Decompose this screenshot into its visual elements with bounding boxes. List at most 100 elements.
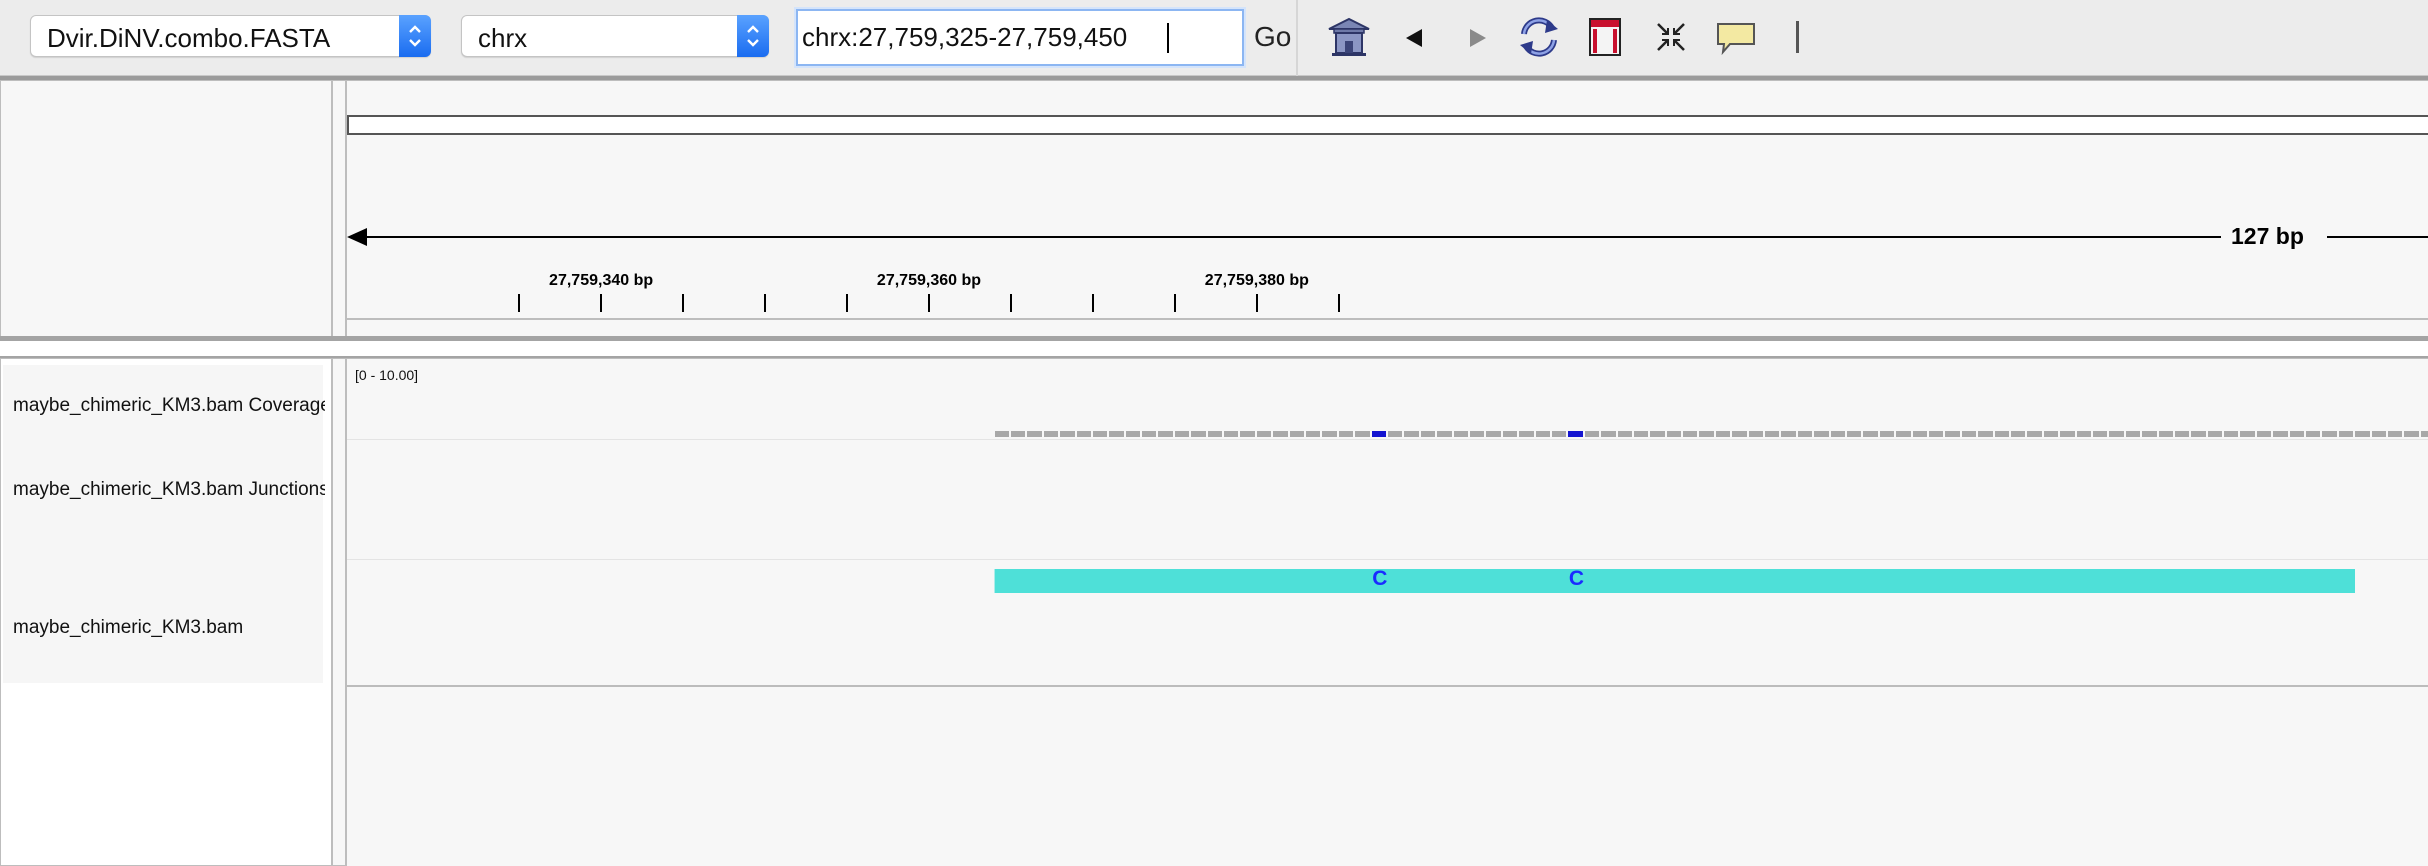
coverage-bar[interactable] <box>1289 431 1305 437</box>
chromosome-ideogram[interactable] <box>347 115 2428 135</box>
coverage-mismatch-bar[interactable] <box>1568 431 1583 437</box>
coverage-bar[interactable] <box>2109 431 2124 437</box>
coverage-bar[interactable] <box>2355 431 2370 437</box>
coverage-bar[interactable] <box>1863 431 1878 437</box>
popup-info-icon[interactable] <box>1714 14 1760 60</box>
coverage-bar[interactable] <box>1814 431 1829 437</box>
coverage-bar[interactable] <box>1338 431 1354 437</box>
coverage-bar[interactable] <box>1224 431 1239 437</box>
coverage-bar[interactable] <box>1896 431 1911 437</box>
coverage-bar[interactable] <box>994 431 1009 437</box>
back-arrow-icon[interactable] <box>1392 14 1438 60</box>
coverage-bar[interactable] <box>2125 431 2141 437</box>
coverage-bar[interactable] <box>1388 431 1403 437</box>
coverage-bar[interactable] <box>1404 431 1419 437</box>
coverage-bar[interactable] <box>1961 431 1977 437</box>
coverage-bar[interactable] <box>2191 431 2206 437</box>
coverage-bar[interactable] <box>1765 431 1780 437</box>
coverage-bar[interactable] <box>2338 431 2354 437</box>
coverage-bar[interactable] <box>1437 431 1452 437</box>
coverage-bar[interactable] <box>1797 431 1813 437</box>
coverage-bar[interactable] <box>1486 431 1501 437</box>
coverage-bar[interactable] <box>2289 431 2305 437</box>
coverage-bar[interactable] <box>1010 431 1026 437</box>
coverage-bar[interactable] <box>1158 431 1173 437</box>
coverage-bar[interactable] <box>1830 431 1846 437</box>
coverage-bar[interactable] <box>1092 431 1108 437</box>
coverage-bar[interactable] <box>1174 431 1190 437</box>
coverage-bar[interactable] <box>1355 431 1370 437</box>
coverage-bar[interactable] <box>1666 431 1682 437</box>
coverage-bar[interactable] <box>1584 431 1600 437</box>
coverage-mismatch-bar[interactable] <box>1371 431 1386 437</box>
alignment-read[interactable] <box>955 569 2355 593</box>
coverage-bar[interactable] <box>1912 431 1927 437</box>
coverage-bar[interactable] <box>1240 431 1255 437</box>
coverage-bar[interactable] <box>2306 431 2321 437</box>
coverage-track-name[interactable]: maybe_chimeric_KM3.bam Coverage <box>13 395 325 417</box>
coverage-bar[interactable] <box>2174 431 2190 437</box>
coverage-bar[interactable] <box>1551 431 1567 437</box>
coverage-bar[interactable] <box>1978 431 1993 437</box>
go-button[interactable]: Go <box>1254 21 1291 53</box>
refresh-icon[interactable] <box>1516 14 1562 60</box>
coverage-bar[interactable] <box>1683 431 1698 437</box>
locus-input[interactable]: chrx:27,759,325-27,759,450 <box>796 9 1244 66</box>
junction-track-name[interactable]: maybe_chimeric_KM3.bam Junctions <box>13 479 325 501</box>
coverage-bar[interactable] <box>2256 431 2272 437</box>
coverage-bar[interactable] <box>1617 431 1632 437</box>
fit-to-window-icon[interactable] <box>1648 14 1694 60</box>
coverage-bar[interactable] <box>1633 431 1649 437</box>
chromosome-select-stepper[interactable] <box>737 15 769 57</box>
coverage-bar[interactable] <box>1076 431 1091 437</box>
coverage-bar[interactable] <box>2076 431 2091 437</box>
coverage-bar[interactable] <box>1125 431 1141 437</box>
coverage-bar[interactable] <box>1060 431 1075 437</box>
alignment-read-body[interactable] <box>994 569 2355 593</box>
coverage-bar[interactable] <box>1928 431 1944 437</box>
coverage-bar[interactable] <box>2224 431 2239 437</box>
alignment-track-name[interactable]: maybe_chimeric_KM3.bam <box>13 617 325 639</box>
coverage-bar[interactable] <box>2158 431 2173 437</box>
coverage-bar[interactable] <box>1207 431 1223 437</box>
coverage-bar[interactable] <box>1781 431 1796 437</box>
coverage-bar[interactable] <box>1847 431 1862 437</box>
chromosome-select[interactable]: chrx <box>461 15 769 57</box>
coverage-bar[interactable] <box>1191 431 1206 437</box>
coverage-bar[interactable] <box>1601 431 1616 437</box>
coverage-bar[interactable] <box>2142 431 2157 437</box>
coverage-bar[interactable] <box>2420 431 2428 437</box>
genome-select[interactable]: Dvir.DiNV.combo.FASTA <box>30 15 431 57</box>
coverage-bar[interactable] <box>1453 431 1468 437</box>
coverage-bar[interactable] <box>2322 431 2337 437</box>
coverage-bar[interactable] <box>1273 431 1288 437</box>
coverage-bar[interactable] <box>1994 431 2009 437</box>
home-icon[interactable] <box>1326 14 1372 60</box>
coverage-bar[interactable] <box>1535 431 1550 437</box>
coverage-bar[interactable] <box>1322 431 1337 437</box>
coverage-bar[interactable] <box>1420 431 1436 437</box>
coverage-bar[interactable] <box>2404 431 2419 437</box>
genome-select-stepper[interactable] <box>399 15 431 57</box>
coverage-bar[interactable] <box>2207 431 2223 437</box>
coverage-bar[interactable] <box>1502 431 1518 437</box>
coverage-bar[interactable] <box>1715 431 1731 437</box>
coverage-bar[interactable] <box>2060 431 2075 437</box>
region-of-interest-icon[interactable] <box>1582 14 1628 60</box>
coverage-bar[interactable] <box>2010 431 2026 437</box>
coverage-bar[interactable] <box>1945 431 1960 437</box>
ruler-panel[interactable]: 127 bp 27,759,340 bp 27,759,360 bp 27,759,… <box>346 80 2428 338</box>
coverage-bar[interactable] <box>1043 431 1059 437</box>
coverage-bar[interactable] <box>1256 431 1272 437</box>
track-data-panel[interactable]: [0 - 10.00] C C <box>346 358 2428 866</box>
coverage-bar[interactable] <box>1699 431 1714 437</box>
coverage-bar[interactable] <box>1027 431 1042 437</box>
coverage-bar[interactable] <box>1879 431 1895 437</box>
coverage-bar[interactable] <box>1519 431 1534 437</box>
coverage-bar[interactable] <box>1650 431 1665 437</box>
coverage-bar[interactable] <box>2388 431 2403 437</box>
coverage-bar[interactable] <box>1142 431 1157 437</box>
coverage-bar[interactable] <box>2240 431 2255 437</box>
coverage-bar[interactable] <box>1732 431 1747 437</box>
coverage-bar[interactable] <box>1306 431 1321 437</box>
